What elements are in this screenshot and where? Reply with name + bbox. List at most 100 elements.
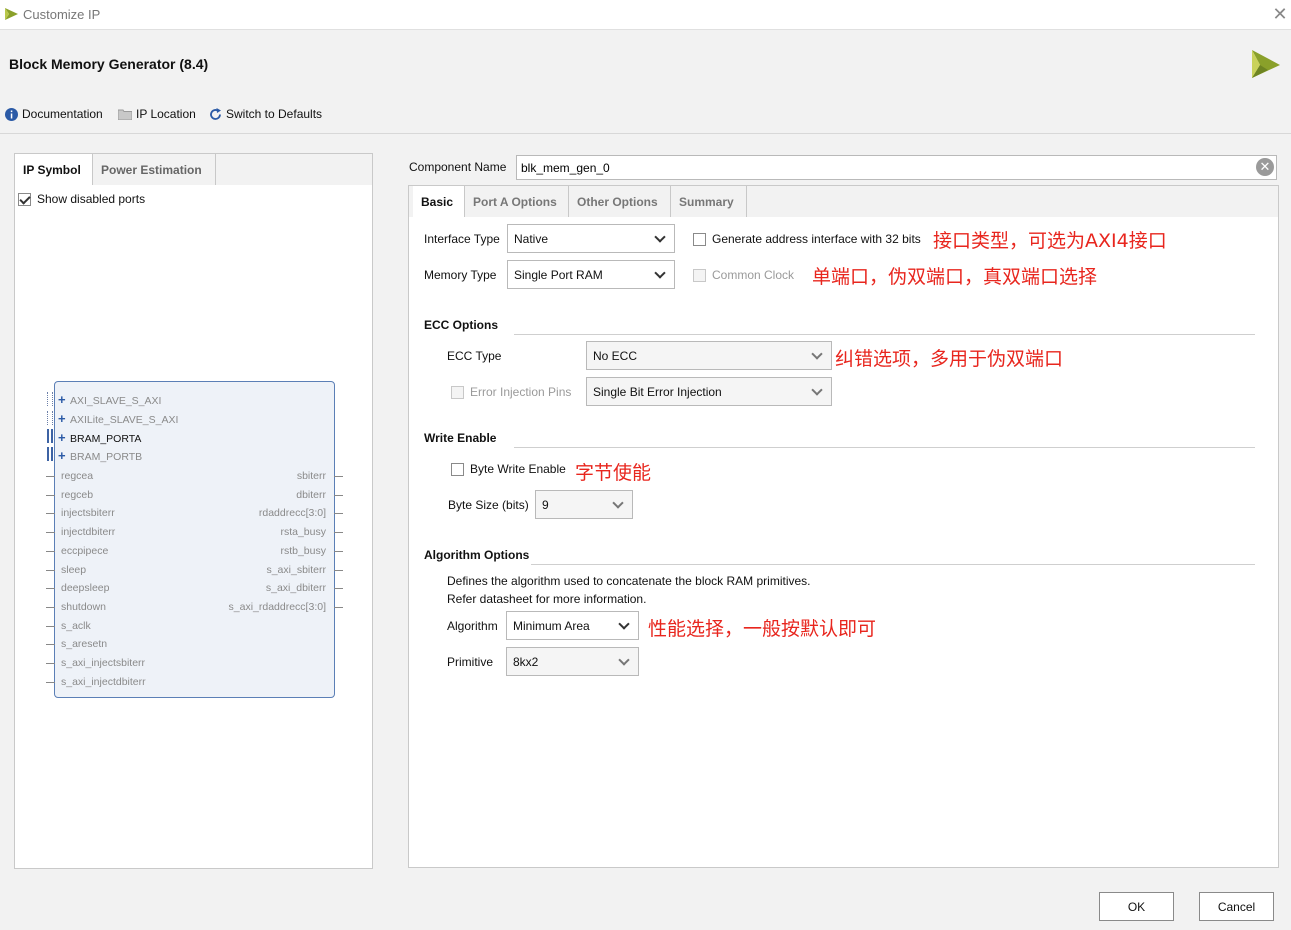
show-disabled-ports-label: Show disabled ports: [37, 192, 146, 206]
port-pin: [46, 513, 55, 515]
checkbox-disabled-icon: [451, 385, 464, 399]
annotation-ecc: 纠错选项，多用于伪双端口: [835, 348, 1064, 370]
tab-other-options[interactable]: Other Options: [569, 186, 671, 217]
byte-size-value: 9: [542, 497, 549, 512]
port-pin: [334, 532, 343, 534]
error-injection-value: Single Bit Error Injection: [593, 384, 722, 399]
generate-address-label: Generate address interface with 32 bits: [712, 232, 921, 246]
info-icon: [5, 107, 18, 121]
ecc-section-title: ECC Options: [424, 318, 498, 332]
chevron-down-icon: [654, 230, 666, 243]
port-pin: [334, 569, 343, 571]
switch-defaults-button[interactable]: Switch to Defaults: [209, 104, 322, 124]
tab-basic[interactable]: Basic: [413, 186, 465, 217]
port-pin: [46, 476, 55, 477]
port-pin: [46, 550, 55, 552]
port-pin: [46, 532, 55, 534]
algorithm-section-title: Algorithm Options: [424, 548, 530, 562]
error-injection-label: Error Injection Pins: [470, 385, 572, 399]
toolbar-divider: [0, 133, 1291, 134]
port-pin: [46, 569, 55, 571]
left-port: regcea: [61, 470, 94, 482]
documentation-label: Documentation: [22, 107, 103, 121]
component-name-label: Component Name: [409, 160, 507, 174]
right-port: rstb_busy: [280, 544, 326, 557]
expand-icon[interactable]: +: [58, 448, 70, 463]
section-divider: [514, 334, 1255, 335]
xilinx-logo-icon: [1252, 50, 1280, 78]
byte-write-enable-checkbox[interactable]: Byte Write Enable: [451, 462, 566, 476]
component-name-input[interactable]: [516, 155, 1277, 180]
bus-connector-icon: [47, 447, 53, 461]
show-disabled-ports-checkbox[interactable]: Show disabled ports: [18, 192, 145, 206]
ip-location-button[interactable]: IP Location: [118, 104, 196, 124]
window-title: Customize IP: [23, 7, 101, 22]
memory-type-value: Single Port RAM: [514, 267, 603, 282]
vivado-logo-icon: [5, 8, 18, 20]
algorithm-description-line2: Refer datasheet for more information.: [447, 592, 647, 606]
expand-icon[interactable]: +: [58, 392, 70, 407]
left-port: eccpipece: [61, 544, 109, 557]
chevron-down-icon: [654, 266, 666, 279]
memory-type-select[interactable]: Single Port RAM: [507, 260, 675, 289]
documentation-button[interactable]: Documentation: [5, 104, 103, 124]
primitive-label: Primitive: [447, 655, 494, 669]
port-pin: [334, 550, 343, 552]
config-tab-bar: Basic Port A Options Other Options Summa…: [409, 186, 1278, 217]
switch-defaults-label: Switch to Defaults: [226, 107, 323, 121]
port-pin: [46, 588, 55, 590]
left-port: injectdbiterr: [61, 526, 116, 539]
checkbox-disabled-icon: [693, 268, 706, 282]
port-pin: [334, 588, 343, 590]
left-port: s_aclk: [61, 619, 91, 632]
left-port: s_axi_injectsbiterr: [61, 657, 146, 669]
clear-icon[interactable]: ✕: [1256, 158, 1274, 176]
ecc-type-select[interactable]: No ECC: [586, 341, 832, 370]
checkbox-checked-icon[interactable]: [18, 192, 31, 206]
page-title: Block Memory Generator (8.4): [9, 56, 209, 72]
tab-power-estimation[interactable]: Power Estimation: [93, 154, 216, 185]
ok-button[interactable]: OK: [1099, 892, 1174, 921]
ecc-type-label: ECC Type: [447, 349, 502, 363]
left-port: shutdown: [61, 600, 106, 613]
generate-address-checkbox[interactable]: Generate address interface with 32 bits: [693, 232, 921, 246]
folder-icon: [118, 109, 132, 120]
tab-summary[interactable]: Summary: [671, 186, 747, 217]
primitive-select[interactable]: 8kx2: [506, 647, 639, 676]
error-injection-checkbox: Error Injection Pins: [451, 385, 571, 399]
chevron-down-icon: [811, 383, 823, 396]
right-port: dbiterr: [296, 488, 326, 501]
annotation-interface: 接口类型，可选为AXI4接口: [933, 230, 1167, 252]
configuration-panel: Basic Port A Options Other Options Summa…: [408, 185, 1279, 868]
error-injection-select[interactable]: Single Bit Error Injection: [586, 377, 832, 406]
interface-type-value: Native: [514, 231, 549, 246]
ip-symbol-block: + AXI_SLAVE_S_AXI + AXILite_SLAVE_S_AXI + B…: [46, 381, 343, 698]
expand-icon[interactable]: +: [58, 411, 70, 426]
common-clock-checkbox: Common Clock: [693, 268, 794, 282]
tab-port-a-options[interactable]: Port A Options: [465, 186, 569, 217]
left-port: regceb: [61, 488, 94, 501]
interface-type-label: Interface Type: [424, 232, 500, 246]
close-icon[interactable]: ✕: [1270, 4, 1290, 24]
ip-symbol-panel: IP Symbol Power Estimation Show disabled…: [14, 153, 373, 869]
interface-type-select[interactable]: Native: [507, 224, 675, 253]
expand-icon[interactable]: +: [58, 430, 70, 445]
byte-size-select[interactable]: 9: [535, 490, 633, 519]
right-port: rdaddrecc[3:0]: [258, 507, 326, 520]
bus-connector-icon: [47, 429, 53, 443]
right-port: rsta_busy: [280, 526, 326, 539]
chevron-down-icon: [612, 496, 624, 509]
left-port: s_aresetn: [61, 638, 108, 651]
checkbox-unchecked-icon[interactable]: [693, 232, 706, 246]
port-pin: [334, 494, 343, 496]
port-pin: [334, 476, 343, 477]
chevron-down-icon: [618, 653, 630, 666]
ecc-type-value: No ECC: [593, 348, 638, 363]
algorithm-select[interactable]: Minimum Area: [506, 611, 639, 640]
tab-ip-symbol[interactable]: IP Symbol: [15, 154, 93, 185]
cancel-button[interactable]: Cancel: [1199, 892, 1274, 921]
annotation-algorithm: 性能选择，一般按默认即可: [648, 618, 877, 640]
checkbox-unchecked-icon[interactable]: [451, 462, 464, 476]
right-port: s_axi_sbiterr: [266, 563, 326, 576]
port-pin: [46, 663, 55, 664]
